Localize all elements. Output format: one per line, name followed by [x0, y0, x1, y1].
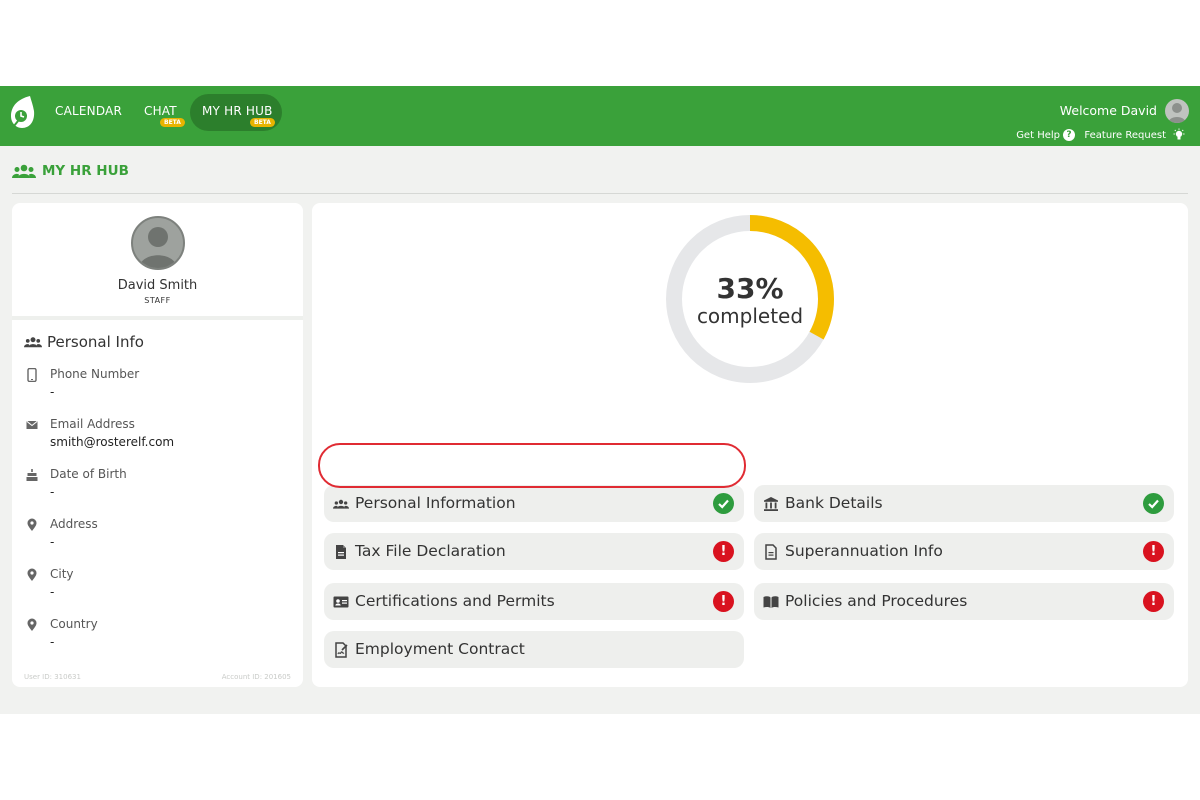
account-id: Account ID: 201605 [221, 673, 291, 681]
location-pin-icon [27, 518, 37, 531]
field-value: - [50, 485, 55, 499]
chat-beta-badge: BETA [160, 118, 185, 127]
top-navigation-bar: CALENDAR CHAT BETA MY HR HUB BETA Welcom… [0, 86, 1200, 146]
alert-circle-icon: ! [1143, 591, 1164, 612]
person-silhouette-icon [139, 227, 177, 268]
field-label: Address [50, 517, 98, 531]
contract-icon [335, 642, 348, 658]
feature-request-link[interactable]: Feature Request [1084, 130, 1166, 141]
users-icon [333, 499, 349, 509]
tile-label: Certifications and Permits [355, 592, 555, 610]
tile-label: Tax File Declaration [355, 542, 506, 560]
user-avatar[interactable] [1165, 99, 1189, 123]
tile-certifications-and-permits[interactable]: Certifications and Permits ! [324, 583, 744, 620]
completion-donut-chart: 33% completed [666, 215, 834, 383]
field-value: - [50, 385, 55, 399]
tile-bank-details[interactable]: Bank Details [754, 485, 1174, 522]
get-help-link[interactable]: Get Help [1016, 130, 1060, 141]
tile-label: Policies and Procedures [785, 592, 968, 610]
id-card-icon [333, 596, 349, 608]
hr-hub-checklist-card: 33% completed Personal Information Bank … [312, 203, 1188, 687]
phone-icon [27, 368, 37, 382]
users-group-icon [12, 164, 36, 178]
document-lines-icon [765, 544, 777, 560]
page-title: MY HR HUB [12, 163, 129, 179]
location-pin-icon [27, 618, 37, 631]
hr-hub-beta-badge: BETA [250, 118, 275, 127]
user-id: User ID: 310631 [24, 673, 81, 681]
personal-info-heading-text: Personal Info [47, 333, 144, 351]
profile-header: David Smith STAFF [12, 203, 303, 320]
field-value: - [50, 585, 55, 599]
tile-label: Superannuation Info [785, 542, 943, 560]
tax-file-highlight-outline [318, 443, 746, 488]
nav-hr-hub[interactable]: MY HR HUB [202, 104, 273, 118]
tile-employment-contract[interactable]: Employment Contract [324, 631, 744, 668]
alert-circle-icon: ! [713, 591, 734, 612]
document-icon [336, 545, 346, 559]
nav-chat[interactable]: CHAT [144, 104, 177, 118]
nav-calendar[interactable]: CALENDAR [55, 104, 122, 118]
field-label: City [50, 567, 74, 581]
mail-icon [26, 420, 38, 429]
field-label: Email Address [50, 417, 135, 431]
profile-name: David Smith [117, 278, 198, 293]
tile-label: Personal Information [355, 494, 516, 512]
field-value: smith@rosterelf.com [50, 435, 175, 449]
completion-percent: 33% [716, 272, 783, 305]
tile-policies-and-procedures[interactable]: Policies and Procedures ! [754, 583, 1174, 620]
field-value: - [50, 535, 55, 549]
page-title-text: MY HR HUB [42, 163, 129, 179]
tile-label: Employment Contract [355, 640, 525, 658]
alert-circle-icon: ! [1143, 541, 1164, 562]
personal-info-heading: Personal Info [24, 333, 144, 351]
field-label: Date of Birth [50, 467, 127, 481]
book-icon [763, 596, 779, 608]
profile-role: STAFF [144, 296, 171, 305]
person-icon [1168, 103, 1186, 123]
profile-avatar[interactable] [131, 216, 185, 270]
tile-label: Bank Details [785, 494, 883, 512]
cake-icon [26, 469, 38, 481]
tile-superannuation-info[interactable]: Superannuation Info ! [754, 533, 1174, 570]
users-group-icon [24, 337, 42, 348]
rosterelf-logo-icon[interactable] [8, 95, 36, 129]
welcome-text: Welcome David [1059, 103, 1157, 118]
profile-card: David Smith STAFF Personal Info Phone Nu… [12, 203, 303, 687]
tile-tax-file-declaration[interactable]: Tax File Declaration ! [324, 533, 744, 570]
check-circle-icon [713, 493, 734, 514]
check-circle-icon [1143, 493, 1164, 514]
field-label: Phone Number [50, 367, 140, 381]
field-value: - [50, 635, 55, 649]
location-pin-icon [27, 568, 37, 581]
completion-caption: completed [697, 304, 803, 328]
lightbulb-icon[interactable] [1172, 128, 1186, 142]
tile-personal-information[interactable]: Personal Information [324, 485, 744, 522]
bank-icon [764, 497, 778, 511]
title-divider [12, 193, 1188, 194]
help-question-icon[interactable]: ? [1063, 129, 1075, 141]
alert-circle-icon: ! [713, 541, 734, 562]
app-frame: CALENDAR CHAT BETA MY HR HUB BETA Welcom… [0, 86, 1200, 714]
field-label: Country [50, 617, 98, 631]
